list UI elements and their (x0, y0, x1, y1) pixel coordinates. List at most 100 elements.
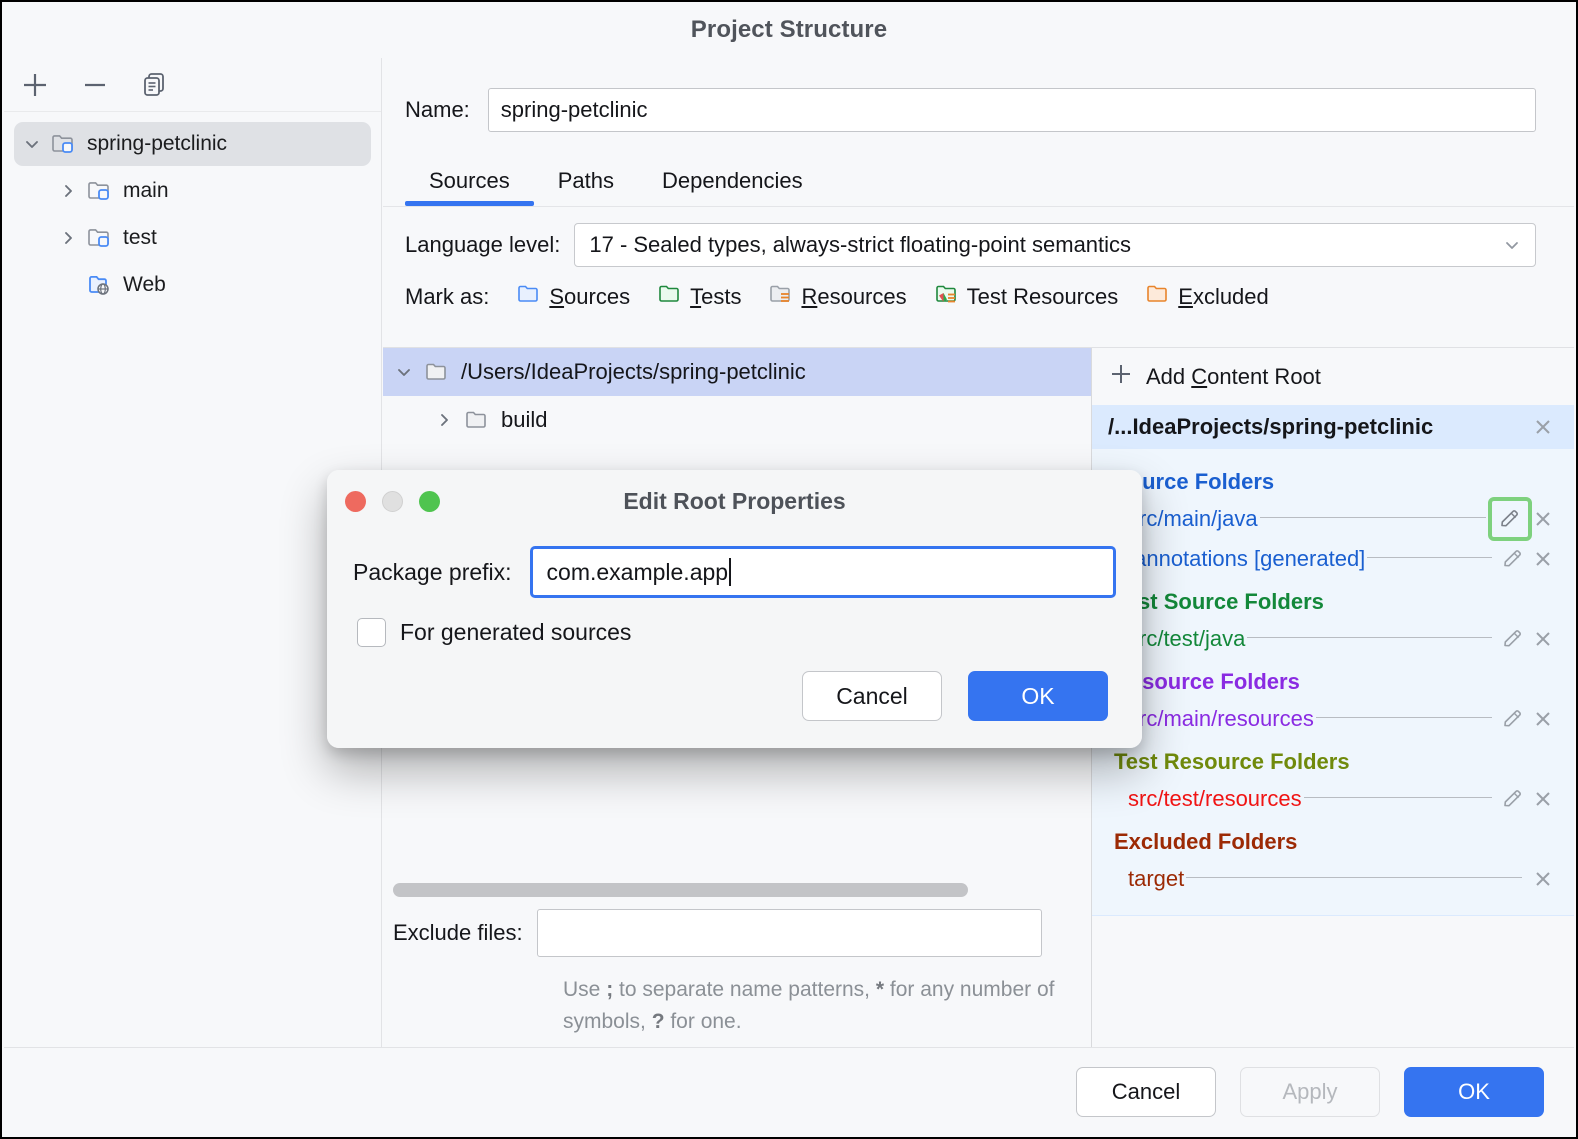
chevron-right-icon[interactable] (50, 228, 86, 248)
dialog-footer: Cancel Apply OK (4, 1047, 1574, 1135)
add-content-root-button[interactable]: Add Content Root (1092, 348, 1574, 405)
remove-folder-icon[interactable] (1528, 547, 1558, 571)
sidebar-item-web[interactable]: Web (14, 263, 371, 307)
remove-folder-icon[interactable] (1528, 507, 1558, 531)
mark-as-tests-button[interactable]: Tests (658, 283, 741, 311)
sources-folder-icon (517, 283, 543, 311)
edit-root-properties-icon[interactable] (1498, 707, 1528, 731)
edit-root-properties-dialog: Edit Root Properties Package prefix: com… (327, 470, 1142, 748)
folder-row-leader (1367, 556, 1492, 558)
hint-asterisk: * (876, 978, 884, 1001)
mark-as-sources-button[interactable]: Sources (517, 283, 630, 311)
chevron-right-icon[interactable] (423, 410, 465, 430)
text-caret (729, 558, 731, 586)
mark-as-resources-mnemonic: R (801, 284, 817, 309)
content-root-child-row[interactable]: build (383, 396, 1091, 444)
folder-row[interactable]: src/main/resources (1092, 699, 1574, 739)
exclude-files-input[interactable] (537, 909, 1042, 957)
modal-ok-button[interactable]: OK (968, 671, 1108, 721)
folder-row[interactable]: src/test/java (1092, 619, 1574, 659)
content-root-body: Source Folders src/main/java .annotation… (1092, 449, 1574, 916)
hint-text-5: for one. (665, 1010, 742, 1033)
for-generated-sources-row[interactable]: For generated sources (327, 598, 1142, 647)
mark-as-excluded-label: xcluded (1193, 284, 1269, 309)
folder-row[interactable]: src/main/java (1092, 499, 1574, 539)
edit-root-properties-icon[interactable] (1498, 787, 1528, 811)
horizontal-scrollbar[interactable] (393, 883, 968, 897)
modal-cancel-button[interactable]: Cancel (802, 671, 942, 721)
package-prefix-input[interactable]: com.example.app (530, 546, 1116, 598)
tab-sources[interactable]: Sources (405, 168, 534, 206)
mark-as-excluded-button[interactable]: Excluded (1146, 283, 1269, 311)
content-root-details-pane: Add Content Root /...IdeaProjects/spring… (1092, 348, 1574, 1049)
folder-name: src/main/java (1128, 506, 1258, 532)
add-content-root-suffix: ontent Root (1207, 364, 1321, 389)
sidebar-item-test[interactable]: test (14, 216, 371, 260)
mark-as-row: Mark as: Sources Tests (383, 267, 1574, 327)
ok-button[interactable]: OK (1404, 1067, 1544, 1117)
mark-as-sources-label: ources (564, 284, 630, 309)
hint-text-3: for (884, 978, 914, 1001)
test-resources-folder-icon (935, 283, 961, 311)
sidebar-item-label: Web (123, 273, 166, 297)
module-folder-icon (50, 132, 78, 156)
edit-root-properties-icon[interactable] (1492, 501, 1528, 537)
language-level-select[interactable]: 17 - Sealed types, always-strict floatin… (574, 223, 1536, 267)
sidebar-item-label: test (123, 226, 157, 250)
folder-row[interactable]: src/test/resources (1092, 779, 1574, 819)
mark-as-test-resources-button[interactable]: Test Resources (935, 283, 1119, 311)
content-root-path-label: /Users/IdeaProjects/spring-petclinic (461, 359, 806, 385)
chevron-right-icon[interactable] (50, 181, 86, 201)
mark-as-resources-label: esources (817, 284, 906, 309)
folder-row[interactable]: target (1092, 859, 1574, 899)
package-prefix-value: com.example.app (547, 559, 729, 586)
modal-buttons: Cancel OK (327, 647, 1142, 721)
cancel-button[interactable]: Cancel (1076, 1067, 1216, 1117)
remove-folder-icon[interactable] (1528, 867, 1558, 891)
modules-sidebar: spring-petclinic main (4, 58, 382, 1049)
chevron-down-icon[interactable] (383, 362, 425, 382)
modules-tree: spring-petclinic main (4, 112, 381, 307)
folder-name: .annotations [generated] (1128, 546, 1365, 572)
exclude-files-row: Exclude files: (383, 909, 1091, 957)
modal-title-bar: Edit Root Properties (327, 470, 1142, 532)
modal-title: Edit Root Properties (327, 488, 1142, 515)
for-generated-sources-label: For generated sources (400, 619, 631, 646)
hint-text-2: to separate name patterns, (613, 978, 876, 1001)
remove-module-button[interactable] (78, 68, 112, 102)
web-facet-icon (86, 273, 114, 297)
chevron-down-icon[interactable] (14, 134, 50, 154)
module-name-input[interactable]: spring-petclinic (488, 88, 1536, 132)
remove-folder-icon[interactable] (1528, 627, 1558, 651)
edit-root-properties-icon[interactable] (1498, 547, 1528, 571)
folder-row-leader (1186, 876, 1522, 878)
mark-as-label: Mark as: (405, 284, 489, 310)
remove-content-root-icon[interactable] (1528, 415, 1558, 439)
remove-folder-icon[interactable] (1528, 787, 1558, 811)
content-root-row[interactable]: /Users/IdeaProjects/spring-petclinic (383, 348, 1091, 396)
apply-button[interactable]: Apply (1240, 1067, 1380, 1117)
tab-paths[interactable]: Paths (534, 168, 638, 206)
module-tabs: Sources Paths Dependencies (405, 154, 1574, 206)
for-generated-sources-checkbox[interactable] (357, 618, 386, 647)
copy-module-button[interactable] (138, 68, 172, 102)
add-module-button[interactable] (18, 68, 52, 102)
edit-root-properties-icon[interactable] (1498, 627, 1528, 651)
folder-icon (425, 361, 451, 383)
tab-dependencies[interactable]: Dependencies (638, 168, 827, 206)
folder-row[interactable]: .annotations [generated] (1092, 539, 1574, 579)
language-level-value: 17 - Sealed types, always-strict floatin… (589, 232, 1131, 258)
exclude-files-hint: Use ; to separate name patterns, * for a… (563, 974, 1063, 1039)
sidebar-toolbar (4, 58, 381, 112)
sidebar-item-spring-petclinic[interactable]: spring-petclinic (14, 122, 371, 166)
folder-row-leader (1247, 636, 1492, 638)
remove-folder-icon[interactable] (1528, 707, 1558, 731)
mark-as-resources-button[interactable]: Resources (769, 283, 906, 311)
folder-name: src/test/java (1128, 626, 1245, 652)
hint-text-1: Use (563, 978, 606, 1001)
group-title-excluded-folders: Excluded Folders (1092, 819, 1574, 859)
excluded-folder-icon (1146, 283, 1172, 311)
content-root-header-label: /...IdeaProjects/spring-petclinic (1108, 414, 1433, 440)
sidebar-item-main[interactable]: main (14, 169, 371, 213)
language-level-row: Language level: 17 - Sealed types, alway… (383, 207, 1574, 267)
